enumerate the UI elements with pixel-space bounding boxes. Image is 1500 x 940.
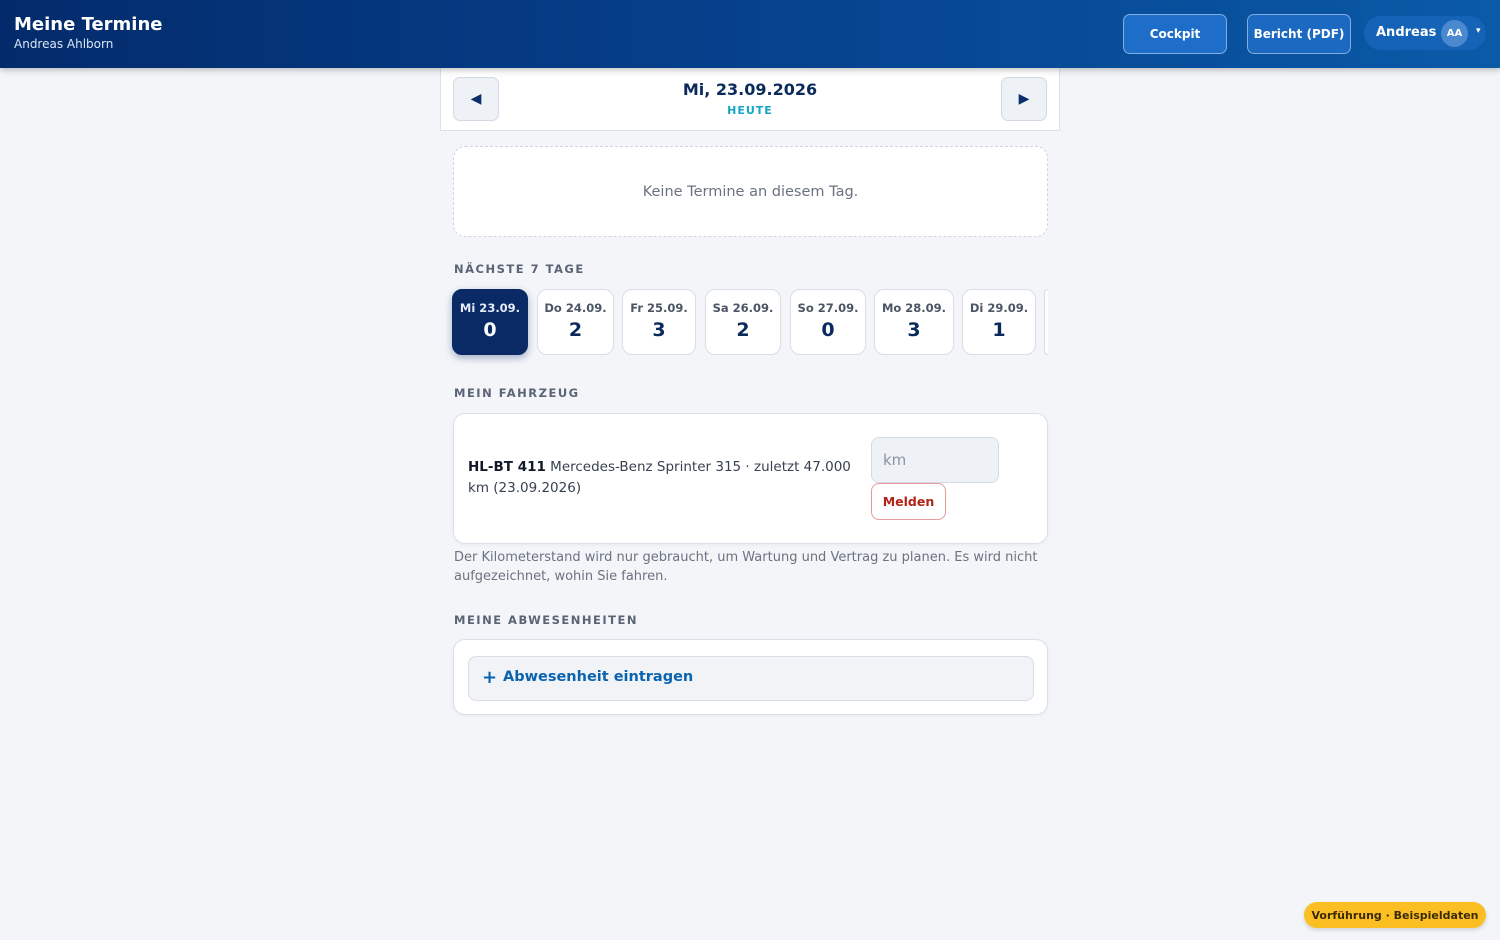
day-count: 2 bbox=[736, 319, 750, 341]
license-plate: HL-BT 411 bbox=[468, 459, 546, 475]
demo-data-badge: Vorführung · Beispieldaten bbox=[1304, 902, 1486, 928]
vehicle-info: HL-BT 411 Mercedes-Benz Sprinter 315 · z… bbox=[468, 457, 860, 499]
chevron-down-icon: ▾ bbox=[1476, 26, 1481, 36]
km-input[interactable] bbox=[871, 437, 999, 483]
date-navigator: ◀ Mi, 23.09.2026 HEUTE ▶ bbox=[440, 62, 1060, 131]
next-day-button[interactable]: ▶ bbox=[1001, 77, 1047, 121]
avatar: AA bbox=[1441, 20, 1468, 47]
day-card[interactable]: Mo 28.09. 3 bbox=[874, 289, 954, 355]
empty-appointments-message: Keine Termine an diesem Tag. bbox=[453, 146, 1048, 237]
km-privacy-note: Der Kilometerstand wird nur gebraucht, u… bbox=[454, 550, 1038, 584]
day-count: 0 bbox=[821, 319, 835, 341]
user-subtitle: Andreas Ahlborn bbox=[14, 37, 114, 51]
day-count: 3 bbox=[652, 319, 666, 341]
day-count: 3 bbox=[907, 319, 921, 341]
report-pdf-button[interactable]: Bericht (PDF) bbox=[1247, 14, 1351, 54]
today-label: HEUTE bbox=[727, 104, 773, 117]
day-date: So 27.09. bbox=[797, 301, 859, 315]
add-absence-label: Abwesenheit eintragen bbox=[503, 669, 694, 685]
cockpit-button[interactable]: Cockpit bbox=[1123, 14, 1227, 54]
report-km-button[interactable]: Melden bbox=[871, 483, 946, 520]
vehicle-heading: MEIN FAHRZEUG bbox=[454, 386, 580, 400]
day-card-overflow bbox=[1044, 289, 1048, 355]
day-card[interactable]: Do 24.09. 2 bbox=[537, 289, 614, 355]
day-card[interactable]: Mi 23.09. 0 bbox=[452, 289, 528, 355]
page-title: Meine Termine bbox=[14, 14, 163, 35]
vehicle-card: HL-BT 411 Mercedes-Benz Sprinter 315 · z… bbox=[453, 413, 1048, 544]
day-card[interactable]: Di 29.09. 1 bbox=[962, 289, 1036, 355]
day-count: 2 bbox=[568, 319, 583, 341]
day-count: 0 bbox=[483, 319, 497, 341]
day-count: 1 bbox=[992, 319, 1006, 341]
absences-heading: MEINE ABWESENHEITEN bbox=[454, 613, 638, 627]
day-date: Mo 28.09. bbox=[881, 301, 947, 315]
day-date: Mi 23.09. bbox=[459, 301, 521, 315]
current-date: Mi, 23.09.2026 bbox=[682, 80, 818, 99]
app-header: Meine Termine Andreas Ahlborn Cockpit Be… bbox=[0, 0, 1500, 68]
add-absence-button[interactable]: + Abwesenheit eintragen bbox=[468, 656, 1034, 701]
absences-card: + Abwesenheit eintragen bbox=[453, 639, 1048, 715]
user-name: Andreas bbox=[1376, 25, 1437, 40]
day-date: Fr 25.09. bbox=[630, 301, 688, 315]
next-days-heading: NÄCHSTE 7 TAGE bbox=[454, 262, 585, 276]
day-date: Sa 26.09. bbox=[712, 301, 774, 315]
day-card[interactable]: So 27.09. 0 bbox=[790, 289, 866, 355]
day-date: Do 24.09. bbox=[544, 301, 607, 315]
day-card[interactable]: Fr 25.09. 3 bbox=[622, 289, 696, 355]
day-date: Di 29.09. bbox=[969, 301, 1029, 315]
user-menu[interactable]: Andreas AA ▾ bbox=[1364, 16, 1486, 50]
plus-icon: + bbox=[482, 667, 498, 688]
arrow-right-icon: ▶ bbox=[1018, 91, 1030, 107]
day-card[interactable]: Sa 26.09. 2 bbox=[705, 289, 781, 355]
